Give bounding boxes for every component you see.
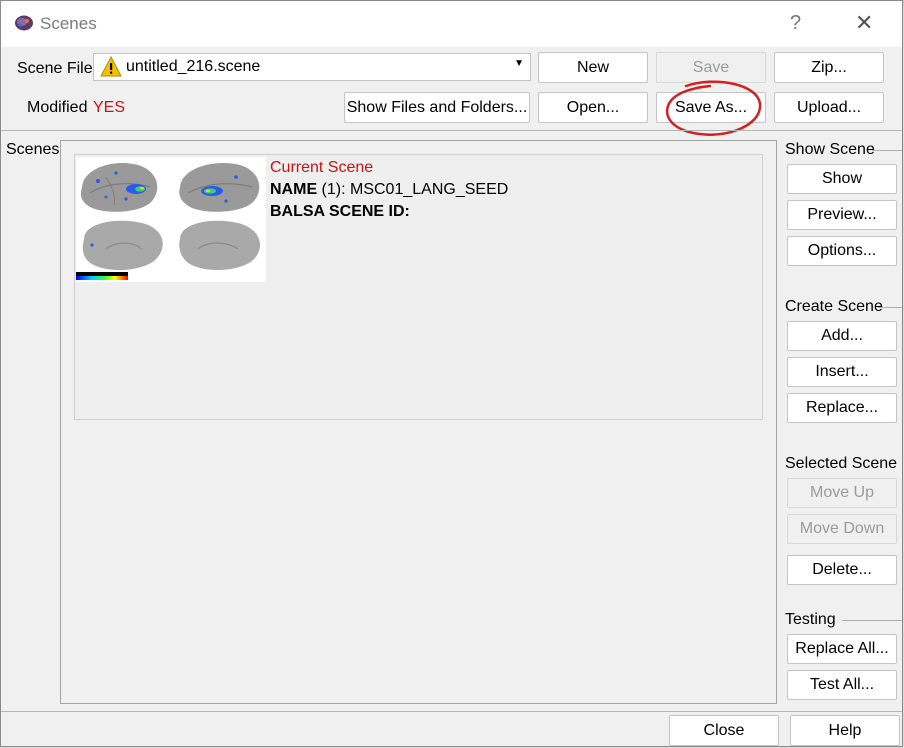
test-all-button[interactable]: Test All... bbox=[787, 670, 897, 700]
zip-button[interactable]: Zip... bbox=[774, 52, 884, 83]
scene-name-key: NAME bbox=[270, 181, 318, 198]
warning-icon bbox=[100, 56, 122, 77]
window-title: Scenes bbox=[40, 14, 97, 33]
scenes-label: Scenes bbox=[6, 141, 60, 158]
header-divider bbox=[1, 130, 902, 131]
show-button[interactable]: Show bbox=[787, 164, 897, 194]
insert-button[interactable]: Insert... bbox=[787, 357, 897, 387]
replace-all-button[interactable]: Replace All... bbox=[787, 634, 897, 664]
show-scene-divider bbox=[872, 150, 902, 151]
title-close-icon[interactable]: ✕ bbox=[855, 10, 873, 36]
scene-name-value: (1): MSC01_LANG_SEED bbox=[317, 181, 509, 198]
open-button[interactable]: Open... bbox=[538, 92, 648, 123]
show-scene-heading: Show Scene bbox=[785, 141, 875, 158]
brain-app-icon bbox=[15, 15, 33, 31]
scene-thumbnail-image bbox=[76, 157, 266, 282]
preview-button[interactable]: Preview... bbox=[787, 200, 897, 230]
help-button[interactable]: Help bbox=[790, 715, 900, 746]
modified-label: Modified bbox=[27, 99, 88, 116]
current-scene-label: Current Scene bbox=[270, 159, 374, 176]
move-down-button[interactable]: Move Down bbox=[787, 514, 897, 544]
upload-button[interactable]: Upload... bbox=[774, 92, 884, 123]
balsa-scene-id: BALSA SCENE ID: bbox=[270, 203, 410, 220]
scene-name-line: NAME (1): MSC01_LANG_SEED bbox=[270, 181, 508, 199]
new-button[interactable]: New bbox=[538, 52, 648, 83]
close-button[interactable]: Close bbox=[669, 715, 779, 746]
title-help-icon[interactable]: ? bbox=[790, 12, 801, 35]
create-scene-heading: Create Scene bbox=[785, 298, 883, 315]
footer-divider bbox=[1, 711, 902, 712]
add-button[interactable]: Add... bbox=[787, 321, 897, 351]
delete-button[interactable]: Delete... bbox=[787, 555, 897, 585]
selected-scene-heading: Selected Scene bbox=[785, 455, 898, 472]
dropdown-arrow-icon: ▼ bbox=[514, 58, 524, 69]
replace-button[interactable]: Replace... bbox=[787, 393, 897, 423]
title-bar bbox=[1, 1, 902, 47]
move-up-button[interactable]: Move Up bbox=[787, 478, 897, 508]
scene-file-combo[interactable]: untitled_216.scene ▼ bbox=[93, 53, 531, 81]
scene-file-label: Scene File bbox=[17, 60, 93, 77]
show-files-folders-button[interactable]: Show Files and Folders... bbox=[344, 92, 530, 123]
annotation-circle bbox=[665, 80, 762, 136]
testing-heading: Testing bbox=[785, 611, 836, 628]
modified-status: YES bbox=[93, 99, 126, 116]
testing-divider bbox=[842, 620, 902, 621]
create-scene-divider bbox=[878, 307, 902, 308]
options-button[interactable]: Options... bbox=[787, 236, 897, 266]
scene-file-value: untitled_216.scene bbox=[126, 58, 261, 75]
